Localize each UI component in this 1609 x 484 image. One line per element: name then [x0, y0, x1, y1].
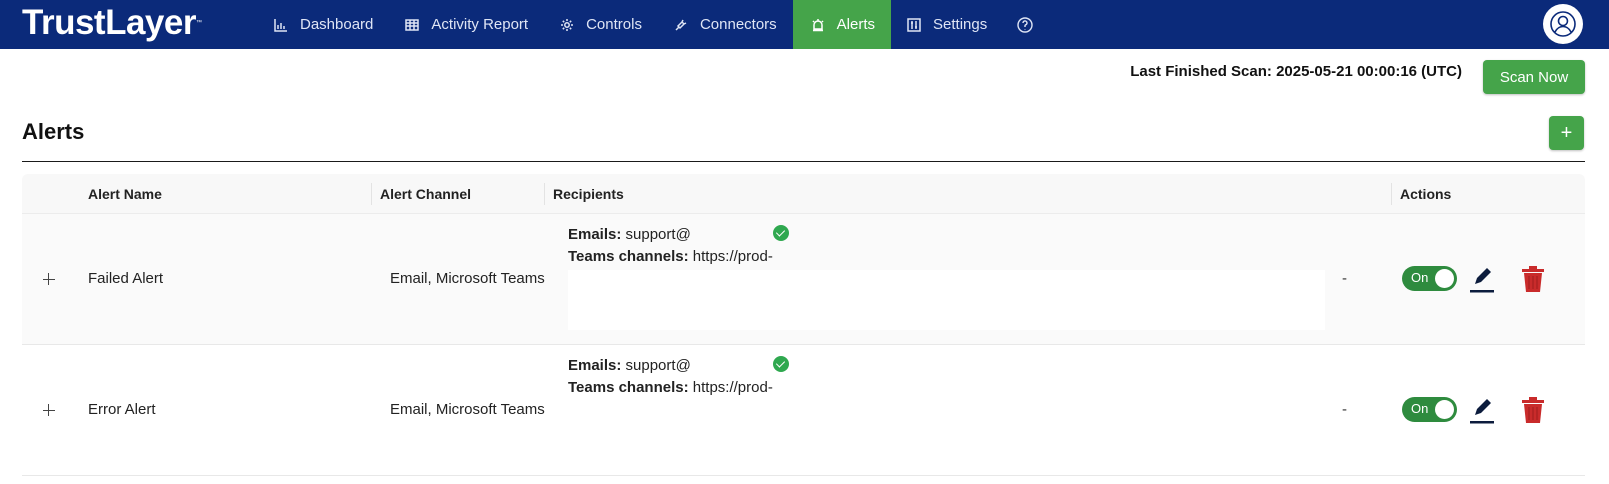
emails-label: Emails:	[568, 226, 622, 243]
nav-label: Connectors	[699, 16, 777, 33]
alert-name: Failed Alert	[88, 270, 164, 287]
emails-value: support@	[625, 357, 691, 374]
nav-label: Controls	[586, 16, 642, 33]
alert-enabled-toggle[interactable]: On	[1402, 397, 1457, 422]
delete-alert-button[interactable]	[1518, 395, 1548, 425]
trademark-mark: ™	[195, 20, 202, 26]
redacted-region	[568, 270, 1325, 330]
nav-item-alerts[interactable]: Alerts	[792, 0, 892, 49]
nav-item-dashboard[interactable]: Dashboard	[258, 0, 389, 49]
alert-name: Error Alert	[88, 401, 156, 418]
emails-line: Emails: support@	[568, 355, 789, 377]
help-circle-icon	[1017, 16, 1033, 33]
alerts-table: Alert Name Alert Channel Recipients Acti…	[22, 174, 1585, 476]
trailing-dash: -	[1342, 270, 1347, 287]
header-alert-channel[interactable]: Alert Channel	[380, 174, 471, 214]
toggle-knob	[1435, 400, 1454, 419]
title-divider	[22, 161, 1585, 162]
nav-label: Activity Report	[431, 16, 529, 33]
delete-alert-button[interactable]	[1518, 264, 1548, 294]
trash-icon	[1522, 397, 1544, 423]
top-navbar: TrustLayer™ Dashboard Activity Report Co…	[0, 0, 1609, 49]
pencil-icon	[1470, 268, 1494, 293]
column-divider	[371, 183, 372, 205]
alarm-icon	[812, 18, 824, 31]
pencil-icon	[1470, 399, 1494, 424]
header-alert-name[interactable]: Alert Name	[88, 174, 162, 214]
alert-enabled-toggle[interactable]: On	[1402, 266, 1457, 291]
nav-label: Alerts	[836, 16, 876, 33]
teams-line: Teams channels: https://prod-	[568, 377, 789, 399]
verified-check-icon	[772, 356, 789, 372]
user-icon	[1550, 11, 1576, 37]
scan-now-button[interactable]: Scan Now	[1483, 60, 1585, 94]
expand-row-button[interactable]	[43, 404, 55, 416]
table-row: Failed Alert Email, Microsoft Teams Emai…	[22, 214, 1585, 345]
teams-label: Teams channels:	[568, 248, 689, 265]
column-divider	[544, 183, 545, 205]
bar-chart-icon	[274, 18, 287, 32]
column-divider	[1391, 183, 1392, 205]
table-icon	[405, 18, 420, 31]
nav-item-connectors[interactable]: Connectors	[658, 0, 793, 49]
teams-value: https://prod-	[692, 248, 773, 265]
nav-label: Settings	[933, 16, 988, 33]
toggle-label: On	[1411, 270, 1429, 285]
emails-value: support@	[625, 226, 691, 243]
brand-name: TrustLayer	[22, 3, 196, 42]
nav-item-activity-report[interactable]: Activity Report	[389, 0, 544, 49]
trash-icon	[1522, 266, 1544, 292]
help-button[interactable]	[1003, 0, 1047, 49]
last-finished-scan-text: Last Finished Scan: 2025-05-21 00:00:16 …	[1130, 63, 1462, 80]
nav-item-settings[interactable]: Settings	[891, 0, 1003, 49]
recipients-cell: Emails: support@ Teams channels: https:/…	[568, 355, 789, 399]
plug-icon	[675, 19, 687, 31]
table-row: Error Alert Email, Microsoft Teams Email…	[22, 345, 1585, 476]
emails-line: Emails: support@	[568, 224, 789, 246]
verified-check-icon	[772, 225, 789, 241]
add-alert-button[interactable]: +	[1549, 116, 1584, 150]
edit-alert-button[interactable]	[1467, 395, 1497, 425]
emails-label: Emails:	[568, 357, 622, 374]
nav-item-controls[interactable]: Controls	[544, 0, 658, 49]
nav-label: Dashboard	[300, 16, 374, 33]
gear-icon	[561, 18, 574, 31]
edit-alert-button[interactable]	[1467, 264, 1497, 294]
alert-channel: Email, Microsoft Teams	[390, 401, 545, 418]
trailing-dash: -	[1342, 401, 1347, 418]
sliders-icon	[907, 17, 921, 32]
toggle-label: On	[1411, 401, 1429, 416]
teams-label: Teams channels:	[568, 379, 689, 396]
recipients-cell: Emails: support@ Teams channels: https:/…	[568, 224, 789, 268]
expand-row-button[interactable]	[43, 273, 55, 285]
toggle-knob	[1435, 269, 1454, 288]
user-avatar-button[interactable]	[1543, 4, 1583, 44]
alert-channel: Email, Microsoft Teams	[390, 270, 545, 287]
header-recipients[interactable]: Recipients	[553, 174, 624, 214]
teams-value: https://prod-	[692, 379, 773, 396]
header-actions: Actions	[1400, 186, 1452, 202]
table-header: Alert Name Alert Channel Recipients Acti…	[22, 174, 1585, 214]
nav-menu: Dashboard Activity Report Controls Conne…	[258, 0, 1047, 49]
teams-line: Teams channels: https://prod-	[568, 246, 789, 268]
page-title: Alerts	[22, 119, 85, 144]
brand-logo[interactable]: TrustLayer™	[22, 2, 202, 44]
